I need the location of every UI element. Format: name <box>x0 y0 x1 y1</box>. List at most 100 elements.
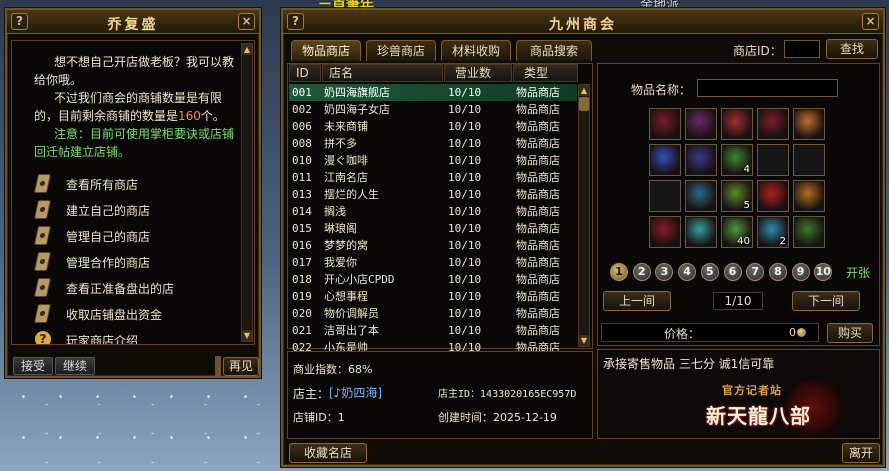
shop-row[interactable]: 006 未来商铺 10/10 物品商店 <box>289 118 577 135</box>
close-icon[interactable]: × <box>862 13 879 30</box>
page-button[interactable]: 9 <box>791 263 810 281</box>
shop-id-cell: 001 <box>292 86 312 99</box>
item-slot[interactable] <box>793 144 825 176</box>
tab-item-shop[interactable]: 物品商店 <box>291 40 361 61</box>
shop-row[interactable]: 019 心想事程 10/10 物品商店 <box>289 288 577 305</box>
scroll-down-icon[interactable]: ▼ <box>242 330 252 341</box>
item-slot[interactable]: 40 <box>721 216 753 248</box>
commerce-titlebar[interactable]: ? 九州商会 × <box>283 10 883 34</box>
shop-id-label: 商店ID： <box>733 44 782 58</box>
shop-row[interactable]: 017 我爱你 10/10 物品商店 <box>289 254 577 271</box>
item-slot[interactable]: 2 <box>757 216 789 248</box>
accept-button[interactable]: 接受 <box>13 357 53 375</box>
shop-row[interactable]: 001 奶四海旗舰店 10/10 物品商店 <box>289 84 577 101</box>
shop-row[interactable]: 011 江南名店 10/10 物品商店 <box>289 169 577 186</box>
shop-count-cell: 10/10 <box>448 103 482 116</box>
menu-label: 收取店铺盘出资金 <box>66 307 163 322</box>
shop-name-cell: 心想事程 <box>324 290 368 303</box>
tab-material-purchase[interactable]: 材料收购 <box>441 40 511 61</box>
page-button[interactable]: 6 <box>723 263 742 281</box>
item-slot[interactable] <box>685 216 717 248</box>
column-header-type[interactable]: 类型 <box>513 64 578 82</box>
menu-player-shop-intro[interactable]: ? 玩家商店介绍 <box>32 329 138 344</box>
shop-row[interactable]: 014 搁浅 10/10 物品商店 <box>289 203 577 220</box>
tab-pet-shop[interactable]: 珍兽商店 <box>366 40 436 61</box>
item-slot[interactable] <box>793 180 825 212</box>
shop-row[interactable]: 021 洁哥出了本 10/10 物品商店 <box>289 322 577 339</box>
tab-product-search[interactable]: 商品搜索 <box>516 40 592 61</box>
goodbye-button[interactable]: 再见 <box>223 357 259 376</box>
item-slot[interactable] <box>793 216 825 248</box>
scroll-up-icon[interactable]: ▲ <box>579 85 589 96</box>
close-icon[interactable]: × <box>238 13 255 30</box>
column-header-id[interactable]: ID <box>289 64 321 82</box>
menu-view-all-shops[interactable]: 查看所有商店 <box>32 173 138 195</box>
item-slot[interactable] <box>685 144 717 176</box>
favorite-shop-button[interactable]: 收藏名店 <box>289 443 367 463</box>
shop-count-cell: 10/10 <box>448 256 482 269</box>
item-slot[interactable]: 5 <box>721 180 753 212</box>
shop-row[interactable]: 020 物价调解员 10/10 物品商店 <box>289 305 577 322</box>
buy-button[interactable]: 购买 <box>827 323 873 343</box>
menu-label: 查看正准备盘出的店 <box>66 281 175 296</box>
menu-collect-sale-funds[interactable]: 收取店铺盘出资金 <box>32 303 162 325</box>
item-slot[interactable]: 4 <box>721 144 753 176</box>
scroll-up-icon[interactable]: ▲ <box>242 44 252 55</box>
item-slot[interactable] <box>685 180 717 212</box>
item-slot[interactable] <box>649 144 681 176</box>
item-slot[interactable] <box>649 216 681 248</box>
page-button[interactable]: 5 <box>700 263 719 281</box>
shop-id-cell: 017 <box>292 256 312 269</box>
item-slot[interactable] <box>793 108 825 140</box>
item-slot[interactable] <box>757 144 789 176</box>
continue-button[interactable]: 继续 <box>55 357 95 375</box>
item-slot[interactable] <box>757 108 789 140</box>
shop-row[interactable]: 008 拼不多 10/10 物品商店 <box>289 135 577 152</box>
item-slot[interactable] <box>685 108 717 140</box>
page-button[interactable]: 1 <box>610 263 628 281</box>
item-slot[interactable] <box>757 180 789 212</box>
shop-name-cell: 洁哥出了本 <box>324 324 379 337</box>
shop-count-cell: 10/10 <box>448 154 482 167</box>
shop-id-input[interactable] <box>784 40 820 58</box>
page-button[interactable]: 2 <box>632 263 651 281</box>
warrior-portrait-icon <box>687 110 715 138</box>
search-button[interactable]: 查找 <box>826 39 878 59</box>
shop-row[interactable]: 018 开心小店CPDD 10/10 物品商店 <box>289 271 577 288</box>
shop-row[interactable]: 016 梦梦的窝 10/10 物品商店 <box>289 237 577 254</box>
npc-dialog-titlebar[interactable]: ? 乔复盛 × <box>7 10 259 34</box>
scroll-down-icon[interactable]: ▼ <box>579 335 589 346</box>
leave-button[interactable]: 离开 <box>842 443 880 463</box>
shop-count-cell: 10/10 <box>448 222 482 235</box>
owner-id: 店主ID：1433020165EC957D <box>438 389 577 400</box>
shop-row[interactable]: 013 摆烂的人生 10/10 物品商店 <box>289 186 577 203</box>
shop-count-cell: 10/10 <box>448 290 482 303</box>
shop-slogan-panel: 承接寄售物品 三七分 诚1信可靠 官方记者站 新天龍八部 <box>597 349 880 439</box>
npc-dialog-body: 想不想自己开店做老板？我可以教给你哦。 不过我们商会的商铺数量是有限的，目前剩余… <box>11 40 255 345</box>
item-slot[interactable] <box>721 108 753 140</box>
commerce-title: 九州商会 <box>549 17 617 33</box>
item-slot[interactable] <box>649 180 681 212</box>
shop-row[interactable]: 002 奶四海子女店 10/10 物品商店 <box>289 101 577 118</box>
price-label: 价格： <box>664 327 701 341</box>
prev-shop-button[interactable]: 上一间 <box>603 291 671 311</box>
owner-name-link[interactable]: [♪奶四海] <box>329 384 382 401</box>
menu-manage-partner-shop[interactable]: 管理合作的商店 <box>32 251 150 273</box>
expand-label[interactable]: 开张 <box>846 264 870 281</box>
shop-name-cell: 奶四海子女店 <box>324 103 390 116</box>
page-button[interactable]: 4 <box>678 263 697 281</box>
price-bar <box>601 323 819 342</box>
shop-list-scrollbar[interactable]: ▲ ▼ <box>578 84 590 347</box>
item-slot[interactable] <box>649 108 681 140</box>
shop-row[interactable]: 015 琳琅阁 10/10 物品商店 <box>289 220 577 237</box>
shop-row[interactable]: 010 漫ぐ咖啡 10/10 物品商店 <box>289 152 577 169</box>
menu-view-shops-for-sale[interactable]: 查看正准备盘出的店 <box>32 277 174 299</box>
page-button[interactable]: 8 <box>768 263 787 281</box>
next-shop-button[interactable]: 下一间 <box>792 291 860 311</box>
dialog-scrollbar[interactable]: ▲ ▼ <box>241 43 253 342</box>
scroll-thumb[interactable] <box>579 97 589 111</box>
menu-create-shop[interactable]: 建立自己的商店 <box>32 199 150 221</box>
column-header-name[interactable]: 店名 <box>322 64 443 82</box>
menu-manage-own-shop[interactable]: 管理自己的商店 <box>32 225 150 247</box>
column-header-count[interactable]: 营业数 <box>444 64 512 82</box>
